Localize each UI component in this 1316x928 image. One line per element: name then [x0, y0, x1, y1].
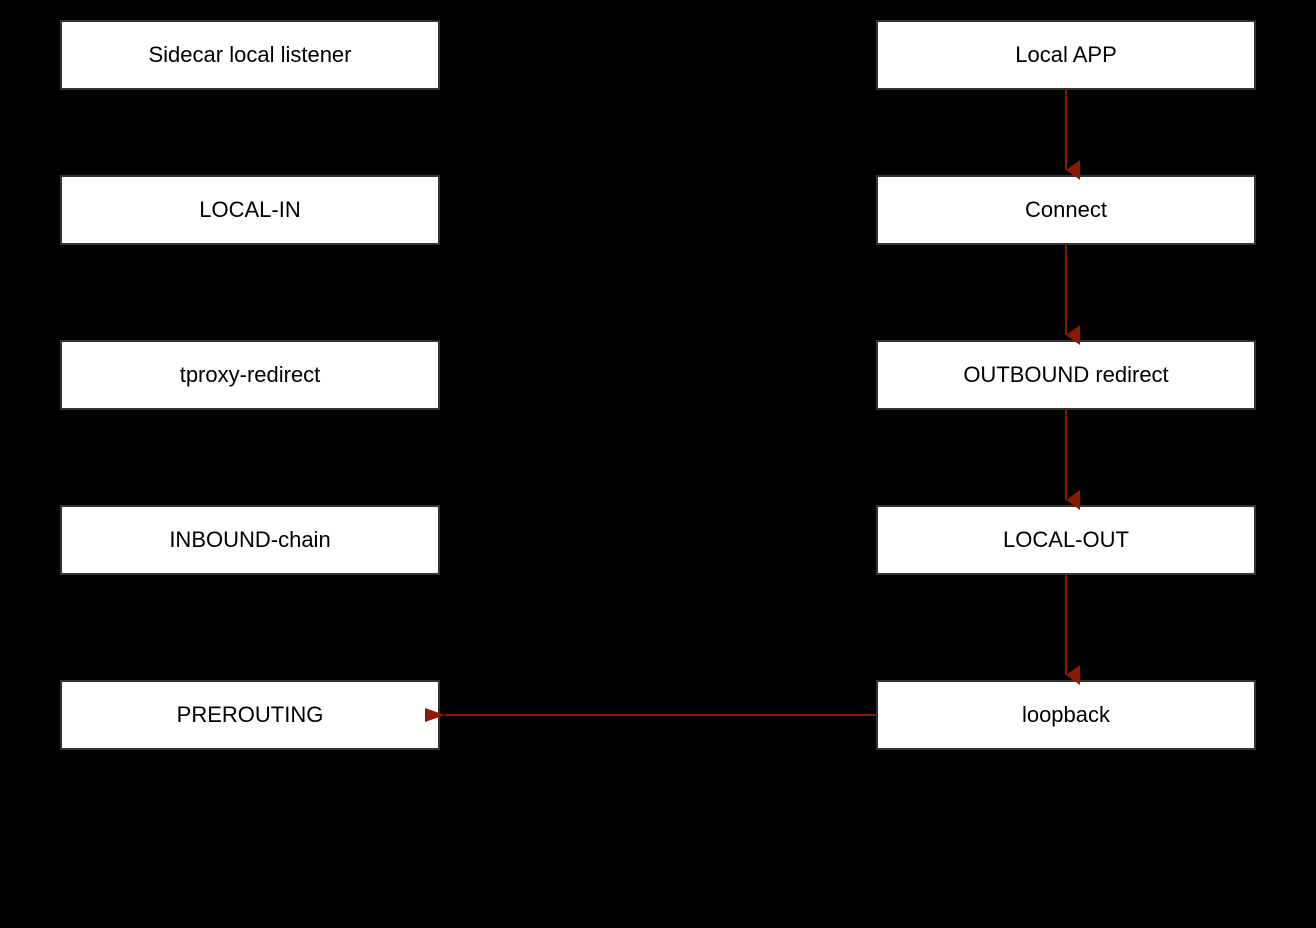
prerouting-label: PREROUTING: [177, 702, 324, 728]
connect-box: Connect: [876, 175, 1256, 245]
inbound-chain-label: INBOUND-chain: [169, 527, 330, 553]
outbound-redirect-label: OUTBOUND redirect: [963, 362, 1168, 388]
outbound-redirect-box: OUTBOUND redirect: [876, 340, 1256, 410]
sidecar-local-listener-label: Sidecar local listener: [149, 42, 352, 68]
inbound-chain-box: INBOUND-chain: [60, 505, 440, 575]
local-out-label: LOCAL-OUT: [1003, 527, 1129, 553]
tproxy-redirect-label: tproxy-redirect: [180, 362, 321, 388]
local-in-label: LOCAL-IN: [199, 197, 300, 223]
local-out-box: LOCAL-OUT: [876, 505, 1256, 575]
connect-label: Connect: [1025, 197, 1107, 223]
loopback-label: loopback: [1022, 702, 1110, 728]
loopback-box: loopback: [876, 680, 1256, 750]
tproxy-redirect-box: tproxy-redirect: [60, 340, 440, 410]
local-app-label: Local APP: [1015, 42, 1117, 68]
sidecar-local-listener-box: Sidecar local listener: [60, 20, 440, 90]
local-app-box: Local APP: [876, 20, 1256, 90]
diagram-container: Sidecar local listener LOCAL-IN tproxy-r…: [0, 0, 1316, 928]
prerouting-box: PREROUTING: [60, 680, 440, 750]
arrows-svg: [0, 0, 1316, 928]
local-in-box: LOCAL-IN: [60, 175, 440, 245]
